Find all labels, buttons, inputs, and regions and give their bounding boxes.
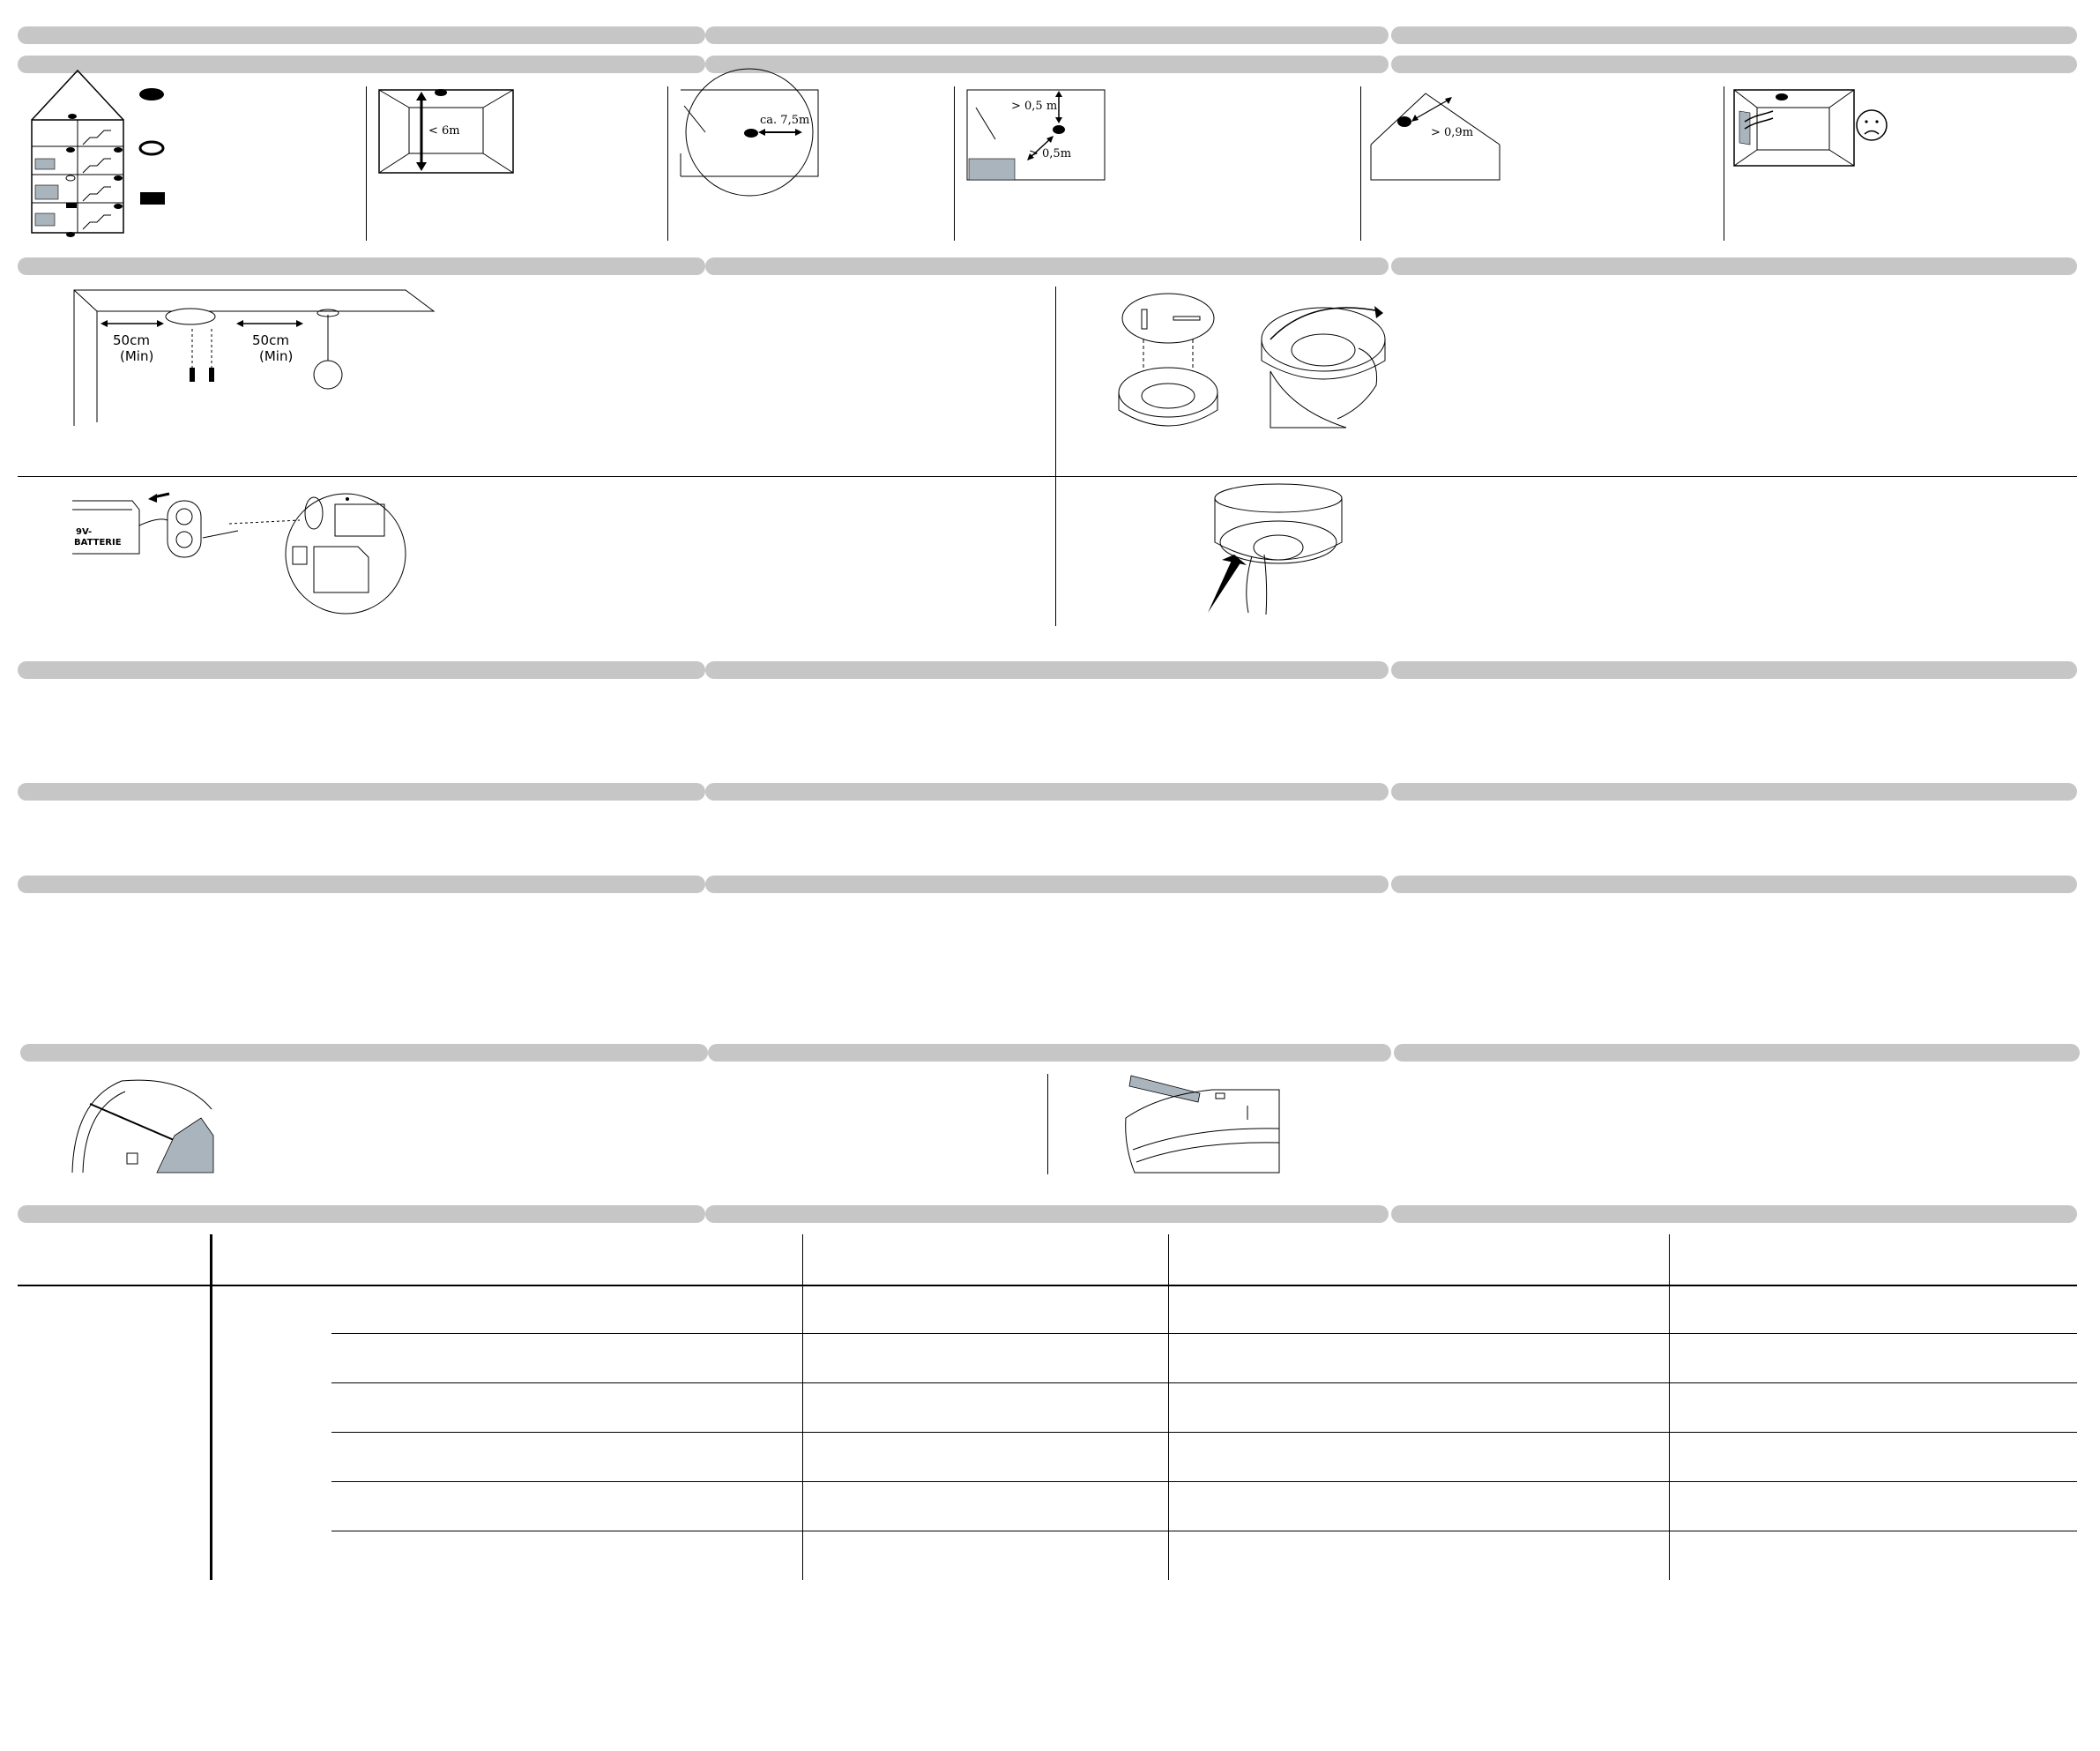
section-bar — [1391, 661, 2077, 679]
section-bar — [1391, 257, 2077, 275]
section-bar — [18, 876, 705, 893]
table-col-divider — [802, 1234, 803, 1580]
section-bar — [708, 1044, 1391, 1062]
table-col-divider — [210, 1234, 212, 1580]
peak-label: > 0,9m — [1431, 126, 1473, 139]
attach-base-diagram — [1118, 293, 1386, 428]
figure-divider — [954, 86, 955, 241]
section-bar — [18, 257, 705, 275]
table-col-divider — [1669, 1234, 1670, 1580]
clearance-top-label: > 0,5 m — [1011, 100, 1057, 113]
window-draft-diagram — [1733, 89, 1888, 167]
table-header-rule — [18, 1285, 2077, 1286]
house-placement-diagram — [31, 69, 165, 237]
panel-divider — [18, 476, 2077, 477]
section-bar — [18, 26, 705, 44]
table-row-rule — [331, 1432, 2077, 1433]
section-bar — [705, 26, 1389, 44]
panel-divider — [1047, 1074, 1048, 1174]
panel-divider — [1055, 287, 1056, 626]
section-bar — [705, 257, 1389, 275]
section-bar — [18, 783, 705, 801]
right-distance-label: 50cm — [252, 332, 289, 348]
wall-clearance-diagram: > 0,5 m > 0,5m — [966, 89, 1106, 181]
section-bar — [705, 876, 1389, 893]
figure-divider — [667, 86, 668, 241]
test-button-diagram — [1208, 483, 1343, 615]
table-col-divider — [1168, 1234, 1169, 1580]
section-bar — [705, 661, 1389, 679]
height-label: < 6m — [428, 124, 460, 138]
mounting-distance-diagram: 50cm (Min) 50cm (Min) — [73, 289, 436, 426]
section-bar — [705, 56, 1389, 73]
figure-divider — [1360, 86, 1361, 241]
section-bar — [20, 1044, 708, 1062]
screwdriver-open-diagram — [71, 1079, 214, 1174]
figure-divider — [366, 86, 367, 241]
battery-connection-diagram: 9V- BATTERIE — [72, 492, 406, 615]
battery-label-line2: BATTERIE — [74, 538, 122, 548]
ceiling-height-diagram: < 6m — [378, 89, 514, 174]
sad-face-icon — [1856, 109, 1888, 141]
section-bar — [1391, 783, 2077, 801]
heat-detector-icon — [138, 140, 165, 156]
section-bar — [1391, 56, 2077, 73]
section-bar — [18, 661, 705, 679]
section-bar — [705, 1205, 1389, 1223]
section-bar — [1391, 1205, 2077, 1223]
section-bar — [1391, 26, 2077, 44]
table-row-rule — [331, 1481, 2077, 1482]
section-bar — [1391, 876, 2077, 893]
left-distance-label: 50cm — [113, 332, 150, 348]
coverage-radius-diagram: ca. 7,5m — [680, 68, 819, 197]
section-bar — [705, 783, 1389, 801]
smoke-detector-icon — [139, 88, 164, 101]
clearance-side-label: > 0,5m — [1029, 147, 1071, 160]
battery-label-line1: 9V- — [76, 527, 92, 537]
section-bar — [18, 1205, 705, 1223]
roof-peak-diagram: > 0,9m — [1370, 93, 1501, 181]
right-min-label: (Min) — [259, 348, 293, 364]
section-bar — [1394, 1044, 2080, 1062]
radius-label: ca. 7,5m — [760, 114, 809, 127]
table-row-rule — [331, 1333, 2077, 1334]
co-detector-icon — [140, 192, 165, 205]
table-row-rule — [331, 1382, 2077, 1383]
left-min-label: (Min) — [120, 348, 153, 364]
pry-open-diagram — [1125, 1075, 1280, 1174]
